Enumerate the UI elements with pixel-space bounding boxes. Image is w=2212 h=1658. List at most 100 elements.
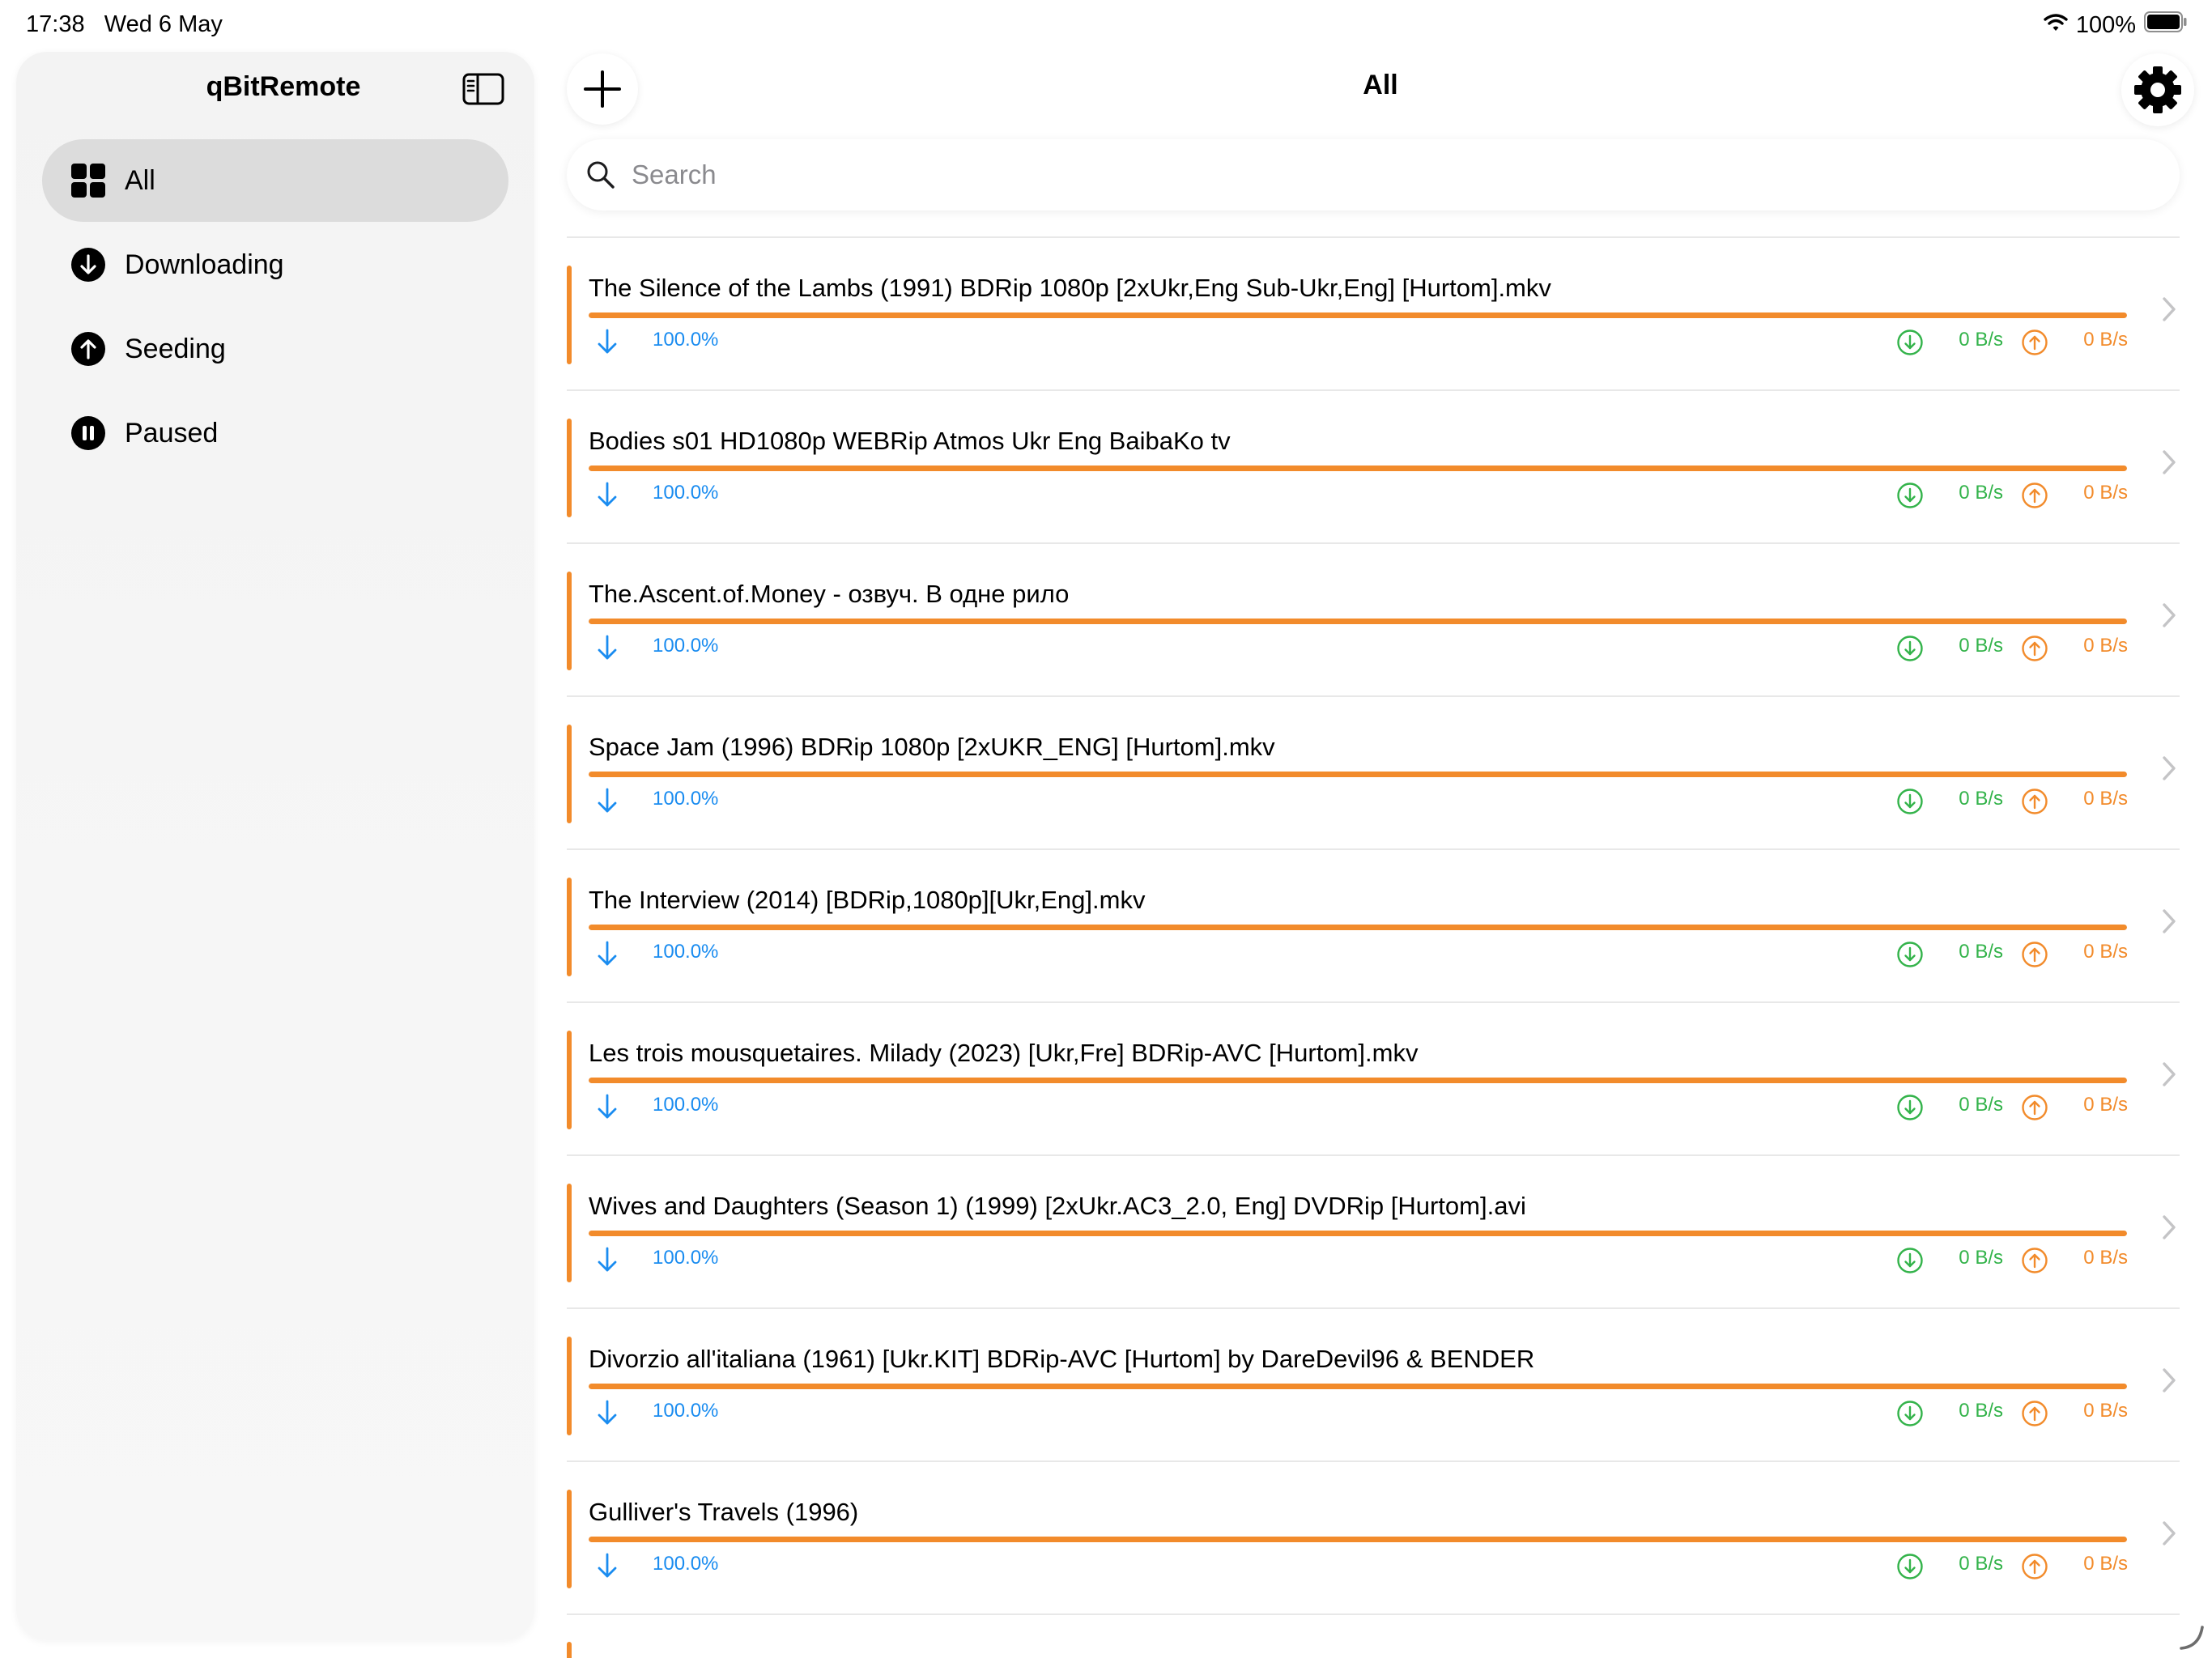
torrent-progress-fill <box>589 1231 2127 1236</box>
torrent-row[interactable]: The.Ascent.of.Money - озвуч. В одне рило… <box>567 544 2186 697</box>
torrent-download-speed: 0 B/s <box>1959 1094 2003 1116</box>
sidebar-item-label: Paused <box>125 417 219 449</box>
arrow-down-icon <box>598 1400 617 1425</box>
chevron-right-icon <box>2163 1215 2176 1239</box>
arrow-down-icon <box>598 1094 617 1119</box>
arrow-down-icon <box>598 941 617 966</box>
status-bar: 17:38 Wed 6 May 100% <box>0 0 2212 52</box>
torrent-progress-percent: 100.0% <box>653 482 719 504</box>
torrent-upload-speed: 0 B/s <box>2083 1247 2128 1269</box>
torrent-accent-bar <box>567 1490 572 1588</box>
torrent-progress-bar <box>589 312 2127 318</box>
torrent-download-speed: 0 B/s <box>1959 941 2003 963</box>
torrent-upload-speed: 0 B/s <box>2083 788 2128 810</box>
torrent-accent-bar <box>567 419 572 517</box>
settings-button[interactable] <box>2121 53 2194 126</box>
arrow-down-icon <box>598 329 617 354</box>
torrent-progress-percent: 100.0% <box>653 788 719 810</box>
torrent-progress-percent: 100.0% <box>653 635 719 657</box>
chevron-right-icon <box>2163 1062 2176 1086</box>
torrent-download-speed: 0 B/s <box>1959 788 2003 810</box>
torrent-progress-fill <box>589 925 2127 930</box>
sidebar-item-seeding[interactable]: Seeding <box>42 308 508 390</box>
download-speed-icon <box>1897 1554 1923 1579</box>
torrent-name: Wives and Daughters (Season 1) (1999) [2… <box>589 1192 1526 1220</box>
download-speed-icon <box>1897 1248 1923 1273</box>
download-speed-icon <box>1897 789 1923 814</box>
torrent-download-speed: 0 B/s <box>1959 1553 2003 1575</box>
sidebar-left-icon <box>462 73 504 105</box>
chevron-right-icon <box>2163 1521 2176 1545</box>
chevron-right-icon <box>2163 603 2176 627</box>
upload-speed-icon <box>2022 942 2048 967</box>
row-divider <box>567 1613 2180 1615</box>
sidebar-item-all[interactable]: All <box>42 139 508 222</box>
torrent-row[interactable]: Space Jam (1996) BDRip 1080p [2xUKR_ENG]… <box>567 697 2186 850</box>
upload-speed-icon <box>2022 789 2048 814</box>
torrent-progress-bar <box>589 925 2127 930</box>
sidebar-item-paused[interactable]: Paused <box>42 392 508 474</box>
download-speed-icon <box>1897 329 1923 355</box>
sidebar-toggle-button[interactable] <box>462 71 507 107</box>
torrent-accent-bar <box>567 572 572 670</box>
sidebar-filter-list: All Downloading Seeding Paused <box>42 139 508 476</box>
torrent-row[interactable]: The Silence of the Lambs (1991) BDRip 10… <box>567 238 2186 391</box>
status-time: 17:38 Wed 6 May <box>26 11 223 38</box>
battery-icon <box>2144 11 2188 39</box>
torrent-row[interactable]: Wives and Daughters (Season 1) (1999) [2… <box>567 1156 2186 1309</box>
gear-icon <box>2134 66 2181 113</box>
torrent-download-speed: 0 B/s <box>1959 635 2003 657</box>
chevron-right-icon <box>2163 1368 2176 1392</box>
sidebar-item-downloading[interactable]: Downloading <box>42 223 508 306</box>
torrent-accent-bar <box>567 878 572 976</box>
torrent-accent-bar <box>567 266 572 364</box>
torrent-row[interactable]: Les trois mousquetaires. Milady (2023) [… <box>567 1003 2186 1156</box>
chevron-right-icon <box>2163 297 2176 321</box>
arrow-down-icon <box>598 1553 617 1578</box>
torrent-name: The Silence of the Lambs (1991) BDRip 10… <box>589 274 1551 302</box>
arrow-down-icon <box>598 1247 617 1272</box>
torrent-name: Les trois mousquetaires. Milady (2023) [… <box>589 1039 1419 1067</box>
status-clock: 17:38 <box>26 11 85 37</box>
search-bar <box>567 139 2180 210</box>
grid-icon <box>70 162 107 199</box>
torrent-download-speed: 0 B/s <box>1959 1247 2003 1269</box>
torrent-progress-bar <box>589 1537 2127 1542</box>
torrent-upload-speed: 0 B/s <box>2083 329 2128 351</box>
torrent-row[interactable]: Divorzio all'italiana (1961) [Ukr.KIT] B… <box>567 1309 2186 1462</box>
torrent-upload-speed: 0 B/s <box>2083 482 2128 504</box>
torrent-progress-bar <box>589 619 2127 624</box>
torrent-upload-speed: 0 B/s <box>2083 1400 2128 1422</box>
torrent-row[interactable]: Gulliver's Travels (1996) 100.0% 0 B/s 0… <box>567 1462 2186 1615</box>
torrent-progress-percent: 100.0% <box>653 329 719 351</box>
page-title: All <box>1363 70 1398 100</box>
resize-handle-icon[interactable] <box>2178 1624 2206 1652</box>
arrow-down-icon <box>598 788 617 813</box>
torrent-accent-bar <box>567 1184 572 1282</box>
pause-circle-icon <box>70 414 107 452</box>
battery-percent: 100% <box>2075 11 2136 38</box>
upload-speed-icon <box>2022 1095 2048 1120</box>
torrent-upload-speed: 0 B/s <box>2083 1553 2128 1575</box>
torrent-upload-speed: 0 B/s <box>2083 1094 2128 1116</box>
sidebar-item-label: Downloading <box>125 249 284 280</box>
torrent-progress-fill <box>589 312 2127 318</box>
download-speed-icon <box>1897 483 1923 508</box>
torrent-name: The.Ascent.of.Money - озвуч. В одне рило <box>589 580 1070 608</box>
chevron-right-icon <box>2163 909 2176 933</box>
search-input[interactable] <box>630 159 2131 191</box>
torrent-row[interactable]: Bodies s01 HD1080p WEBRip Atmos Ukr Eng … <box>567 391 2186 544</box>
add-torrent-button[interactable] <box>567 53 638 125</box>
download-speed-icon <box>1897 1401 1923 1426</box>
torrent-progress-percent: 100.0% <box>653 1247 719 1269</box>
torrent-download-speed: 0 B/s <box>1959 1400 2003 1422</box>
plus-icon <box>584 70 621 108</box>
torrent-progress-percent: 100.0% <box>653 941 719 963</box>
torrent-name: Bodies s01 HD1080p WEBRip Atmos Ukr Eng … <box>589 427 1231 455</box>
torrent-progress-bar <box>589 772 2127 777</box>
torrent-accent-bar <box>567 1337 572 1435</box>
torrent-name: Gulliver's Travels (1996) <box>589 1498 859 1526</box>
torrent-progress-fill <box>589 1384 2127 1389</box>
status-right: 100% <box>2044 11 2188 39</box>
torrent-row[interactable]: The Interview (2014) [BDRip,1080p][Ukr,E… <box>567 850 2186 1003</box>
